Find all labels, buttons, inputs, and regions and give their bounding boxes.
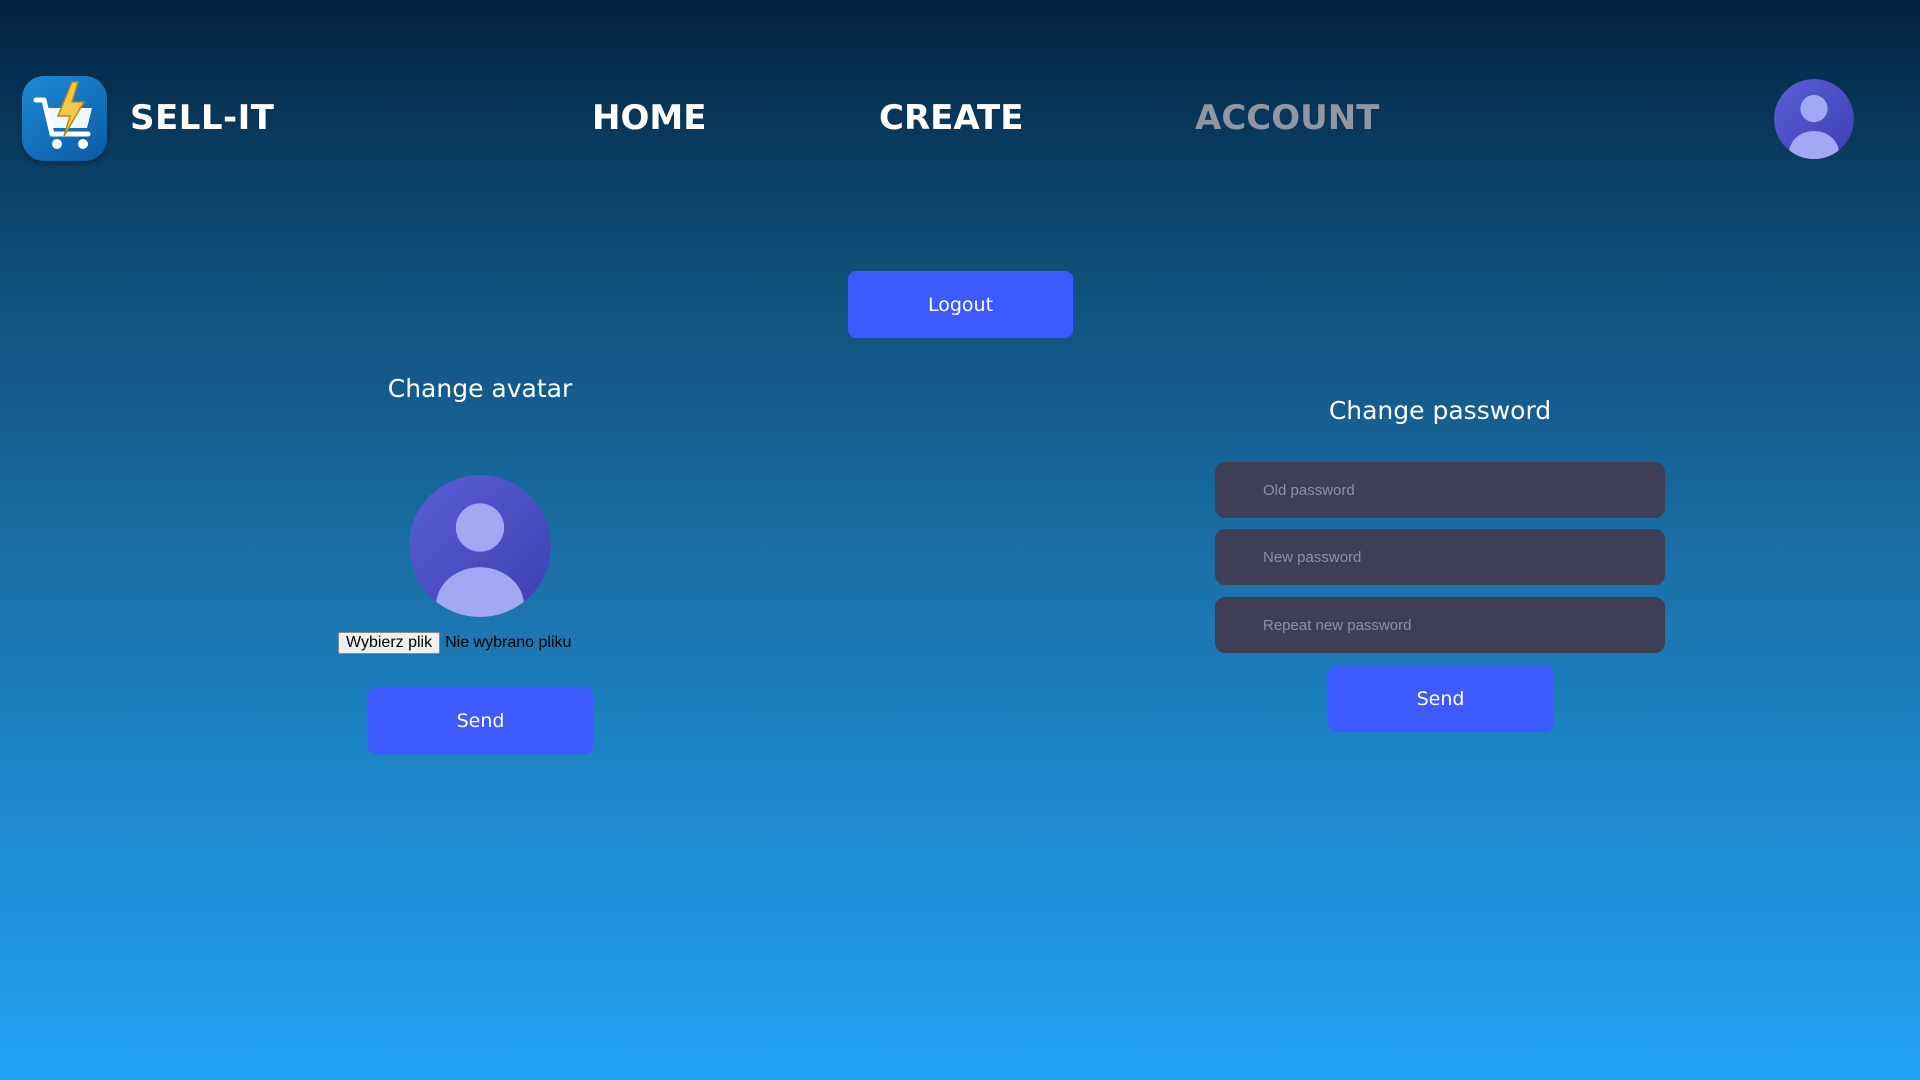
logout-button[interactable]: Logout: [848, 271, 1073, 338]
old-password-field[interactable]: [1215, 462, 1665, 518]
send-avatar-button[interactable]: Send: [368, 687, 593, 754]
file-input: Wybierz plik Nie wybrano pliku: [338, 632, 571, 654]
new-password-field[interactable]: [1215, 529, 1665, 585]
send-password-button[interactable]: Send: [1328, 665, 1553, 732]
file-status-text: Nie wybrano pliku: [445, 634, 572, 651]
header-avatar[interactable]: [1774, 79, 1854, 159]
change-avatar-title: Change avatar: [387, 374, 573, 403]
shopping-cart-lightning-icon: [33, 81, 92, 149]
avatar-preview: [409, 475, 551, 617]
change-password-title: Change password: [1328, 396, 1552, 425]
repeat-password-field[interactable]: [1215, 597, 1665, 653]
top-navbar: SELL-IT HOME CREATE ACCOUNT: [0, 0, 1920, 236]
nav-account[interactable]: ACCOUNT: [1195, 96, 1379, 140]
nav-create[interactable]: CREATE: [879, 96, 1023, 140]
user-avatar-icon: [409, 475, 551, 617]
user-avatar-icon: [1774, 79, 1854, 159]
choose-file-button[interactable]: Wybierz plik: [338, 632, 441, 654]
nav-home[interactable]: HOME: [592, 96, 706, 140]
logo-icon[interactable]: [22, 76, 107, 161]
brand-name[interactable]: SELL-IT: [130, 96, 275, 140]
